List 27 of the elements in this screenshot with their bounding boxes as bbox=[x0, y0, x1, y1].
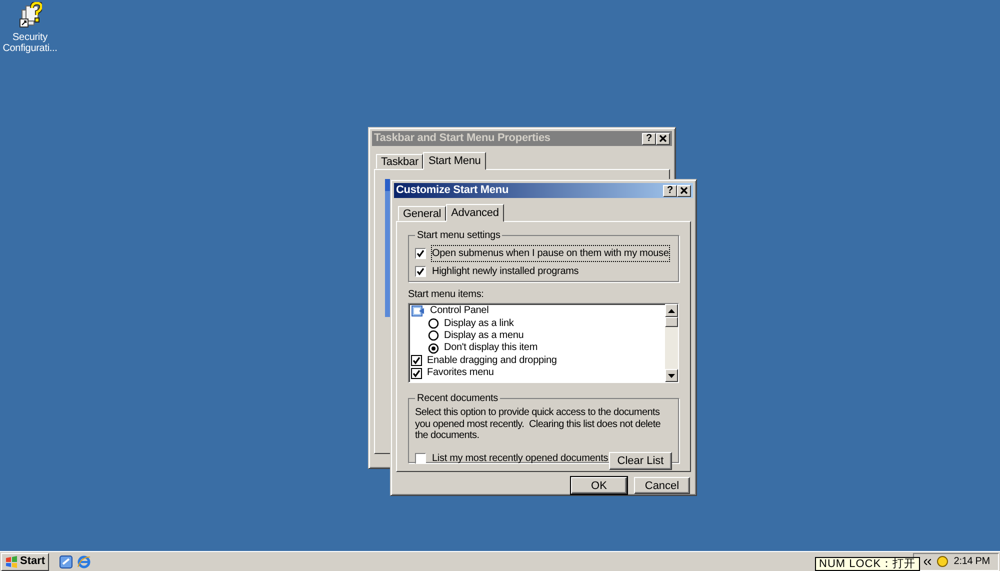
tab[interactable]: Advanced bbox=[446, 204, 504, 222]
clear-list-button[interactable]: Clear List bbox=[609, 452, 672, 470]
list-item[interactable]: Control Panel bbox=[430, 305, 489, 318]
list-item[interactable]: Enable dragging and dropping bbox=[427, 354, 557, 367]
help-button[interactable]: ? bbox=[663, 184, 677, 196]
group-title: Start menu settings bbox=[415, 229, 502, 242]
tab[interactable]: Start Menu bbox=[423, 152, 486, 170]
tab[interactable]: Taskbar bbox=[376, 154, 424, 169]
list-item[interactable]: Favorites menu bbox=[427, 367, 494, 380]
window-title: Customize Start Menu bbox=[396, 183, 509, 198]
option-label[interactable]: Don't display this item bbox=[444, 342, 538, 354]
window-title: Taskbar and Start Menu Properties bbox=[374, 131, 550, 146]
list-label: Start menu items: bbox=[408, 288, 485, 301]
description-text: Select this option to provide quick access to the documents you opened most recently. Clearing this list does not delete the documents. bbox=[415, 407, 662, 442]
tooltip: NUM LOCK：打开 bbox=[815, 557, 920, 571]
checkbox-label[interactable]: Highlight newly installed programs bbox=[432, 264, 579, 278]
checkbox-label[interactable]: Open submenus when I pause on them with my mouse bbox=[432, 246, 669, 260]
ok-button[interactable]: OK bbox=[571, 477, 627, 494]
icon-label[interactable]: Security Configurati... bbox=[2, 32, 58, 54]
start-button[interactable]: Start bbox=[1, 552, 50, 570]
tab[interactable]: General bbox=[398, 206, 446, 221]
option-label[interactable]: Display as a link bbox=[444, 318, 514, 330]
option-label[interactable]: Display as a menu bbox=[444, 330, 524, 342]
help-button[interactable]: ? bbox=[642, 132, 656, 144]
cancel-button[interactable]: Cancel bbox=[634, 477, 690, 494]
checkbox-label[interactable]: List my most recently opened documents bbox=[432, 451, 608, 466]
clock: 2:14 PM bbox=[954, 555, 990, 569]
